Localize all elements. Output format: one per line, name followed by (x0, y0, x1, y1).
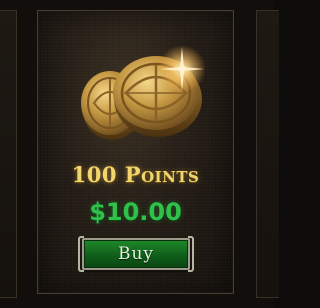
buy-button[interactable]: Buy (78, 236, 194, 272)
previous-store-card[interactable] (0, 10, 17, 298)
coins-icon (81, 45, 206, 140)
points-title: 100 Points (71, 162, 200, 187)
price-label: $10.00 (89, 198, 182, 226)
store-page: 100 Points $10.00 Buy (0, 0, 279, 308)
buy-button-label: Buy (117, 244, 155, 264)
store-item-card[interactable]: 100 Points $10.00 Buy (37, 10, 234, 294)
next-store-card[interactable] (256, 10, 279, 298)
